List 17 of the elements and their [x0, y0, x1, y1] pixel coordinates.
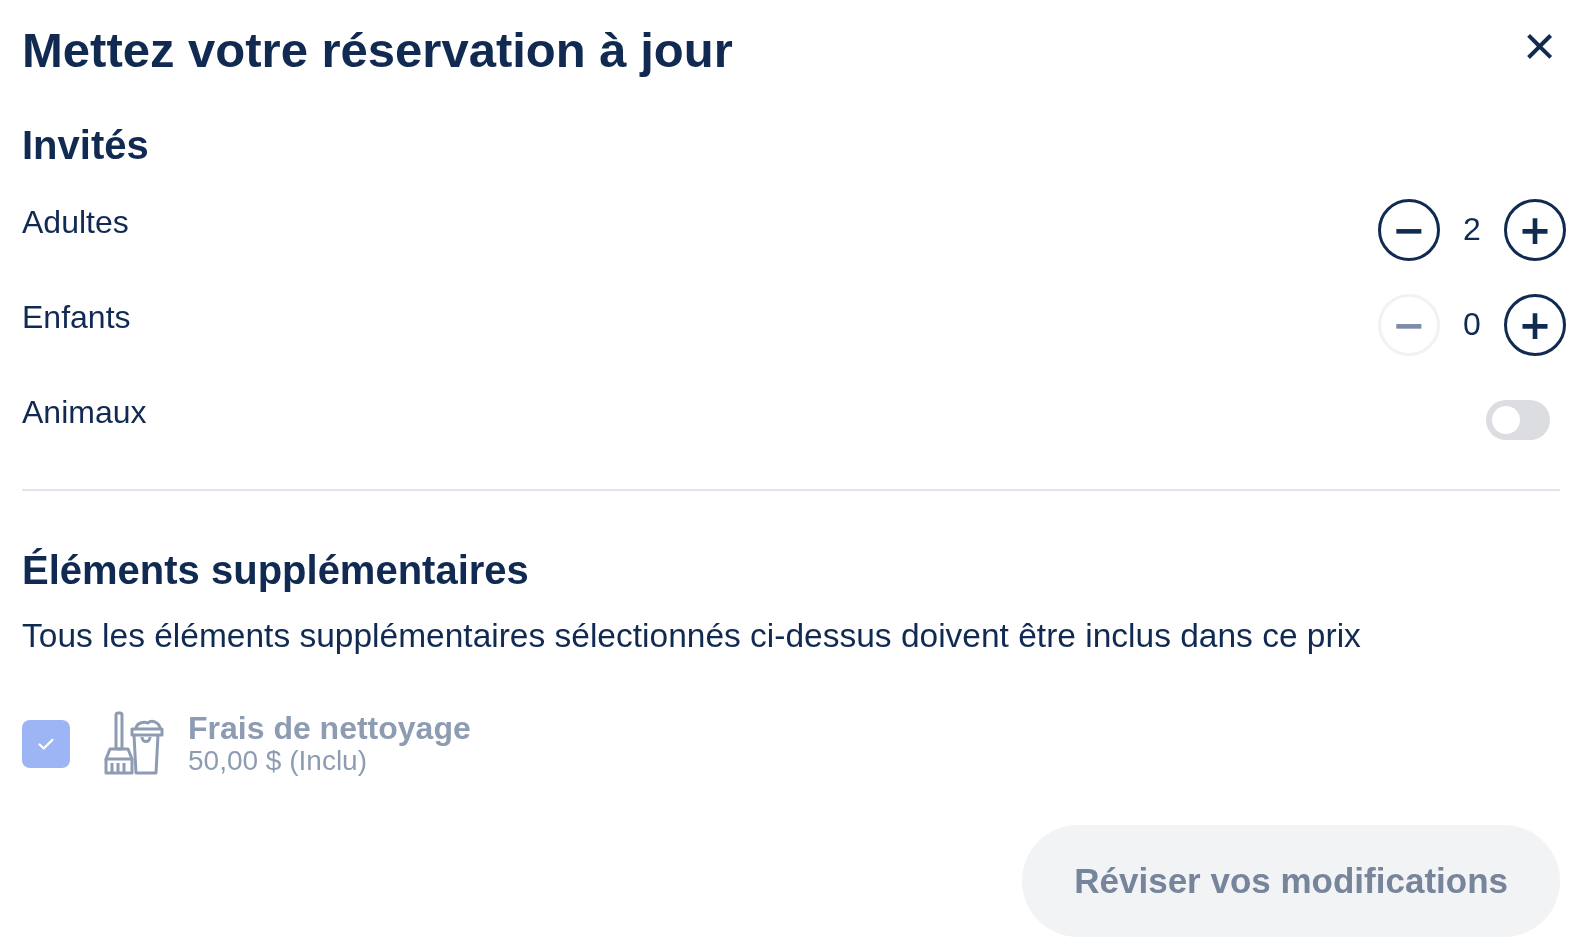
description-text: Tous les éléments supplémentaires sélectionnés ci-dessus doivent être inclus dans ce prix [22, 616, 1362, 656]
guest-label: Enfants [22, 299, 131, 336]
dialog-title: Mettez votre réservation à jour [22, 22, 733, 79]
increment-button[interactable]: + [1504, 198, 1566, 261]
decrement-button[interactable]: − [1378, 198, 1440, 261]
section-heading: Éléments supplémentaires [22, 547, 530, 594]
broom-bucket-icon [102, 711, 166, 777]
guest-label: Adultes [22, 204, 129, 241]
count-value: 0 [1462, 306, 1482, 343]
extra-name: Frais de nettoyage [188, 711, 471, 745]
guest-label: Animaux [22, 394, 147, 431]
extra-price: 50,00 $ (Inclu) [188, 745, 367, 777]
toggle-switch[interactable] [1486, 399, 1550, 440]
section-heading: Invités [22, 122, 150, 169]
count-value: 2 [1462, 211, 1482, 248]
close-button[interactable]: × [1521, 18, 1558, 74]
increment-button[interactable]: + [1504, 293, 1566, 356]
